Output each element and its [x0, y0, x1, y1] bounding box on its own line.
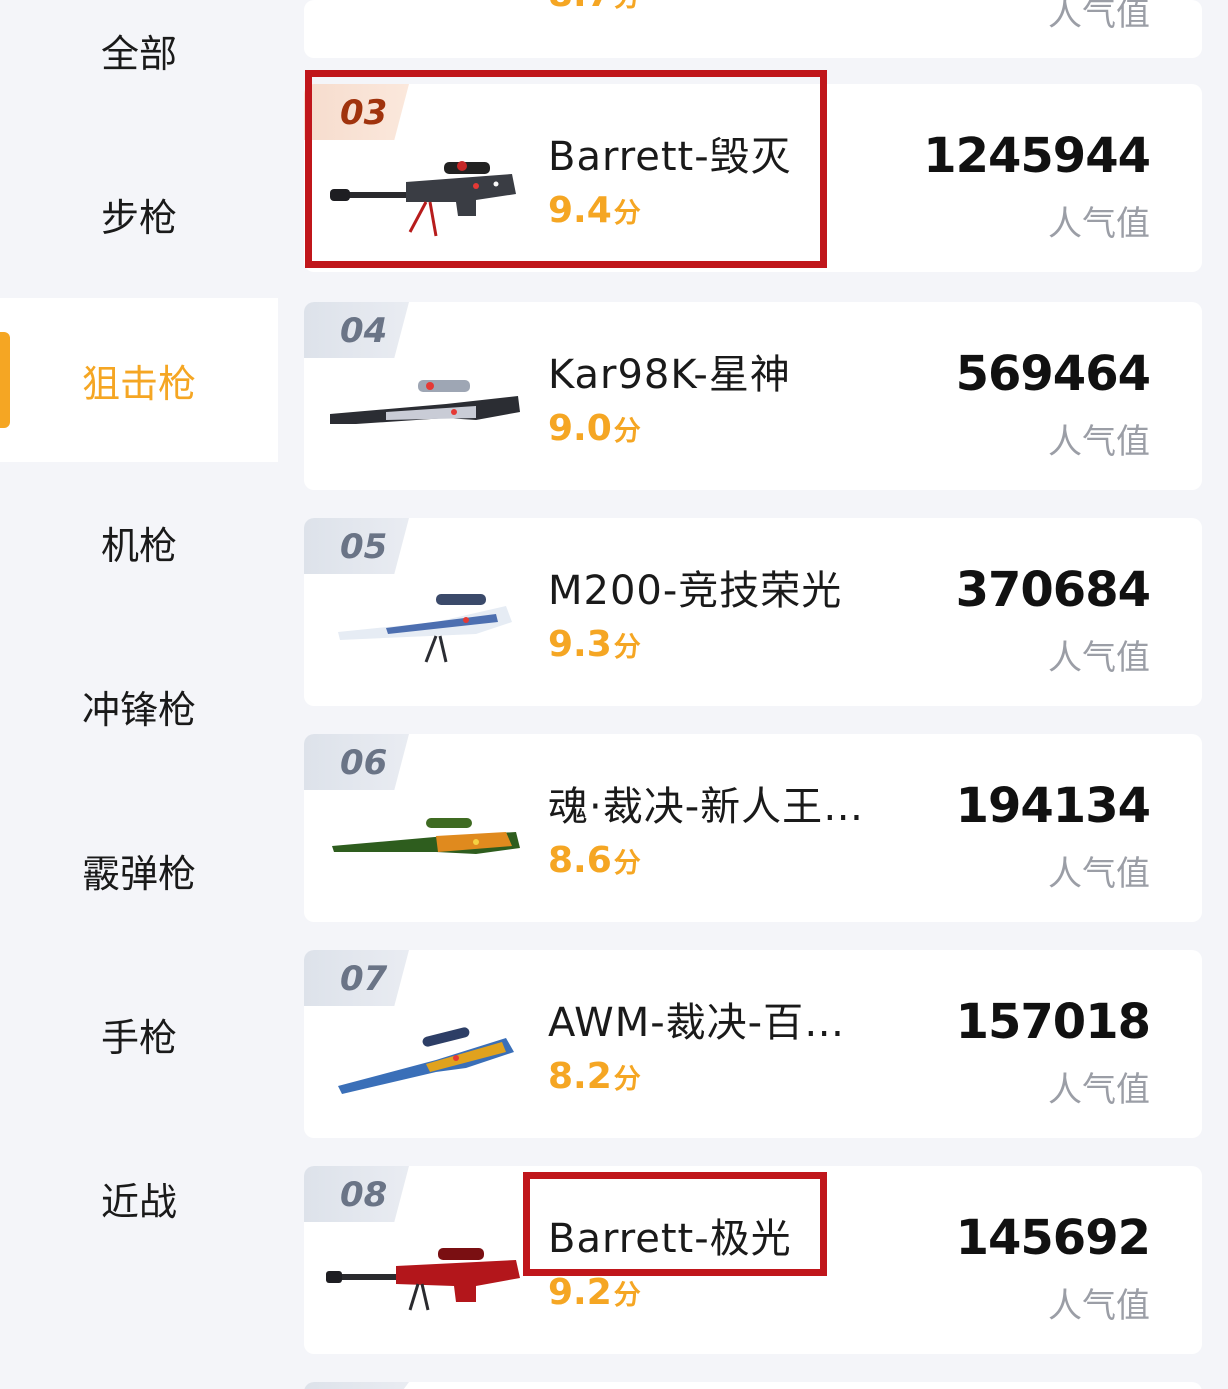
rank-badge: 04	[304, 302, 409, 358]
rank-badge: 05	[304, 518, 409, 574]
popularity-value: 1245944	[923, 128, 1151, 184]
weapon-score: 9.0分	[548, 408, 641, 449]
popularity-label: 人气值	[1048, 1070, 1150, 1110]
weapon-ranking-list: 8.7分 人气值 03 Barrett-毁灭 9.4分 1245944 人气值 …	[278, 0, 1228, 1389]
m200-sniper-rifle-icon	[338, 594, 512, 663]
popularity-label: 人气值	[1048, 204, 1150, 244]
list-item[interactable]: 05 M200-竞技荣光 9.3分 370684 人气值	[304, 518, 1202, 706]
weapon-score: 9.2分	[548, 1272, 641, 1313]
list-item[interactable]: 04 Kar98K-星神 9.0分 569464 人气值	[304, 302, 1202, 490]
weapon-name: M200-竞技荣光	[548, 568, 843, 614]
popularity-label: 人气值	[1048, 638, 1150, 678]
popularity-label: 人气值	[1048, 0, 1150, 34]
list-item-partial[interactable]: 8.7分 人气值	[304, 0, 1202, 58]
list-item[interactable]: 03 Barrett-毁灭 9.4分 1245944 人气值	[304, 84, 1202, 272]
barrett-red-rifle-icon	[326, 1248, 520, 1311]
weapon-name: Barrett-毁灭	[548, 134, 792, 180]
weapon-name: AWM-裁决-百…	[548, 1000, 846, 1046]
sidebar-item-all[interactable]: 全部	[0, 0, 278, 132]
weapon-score: 9.4分	[548, 190, 641, 231]
list-item[interactable]: 08 Barrett-极光 9.2分 145692 人气值	[304, 1166, 1202, 1354]
weapon-name: 魂·裁决-新人王…	[548, 784, 865, 830]
popularity-label: 人气值	[1048, 854, 1150, 894]
popularity-value: 370684	[955, 562, 1151, 618]
sidebar-item-melee[interactable]: 近战	[0, 1116, 278, 1280]
rank-badge: 06	[304, 734, 409, 790]
weapon-score: 8.2分	[548, 1056, 641, 1097]
popularity-label: 人气值	[1048, 1286, 1150, 1326]
list-item[interactable]: 07 AWM-裁决-百… 8.2分 157018 人气值	[304, 950, 1202, 1138]
weapon-score: 8.6分	[548, 840, 641, 881]
sidebar-item-sniper[interactable]: 狙击枪	[0, 298, 278, 462]
awm-green-rifle-icon	[332, 818, 520, 854]
sidebar-item-shotgun[interactable]: 霰弹枪	[0, 788, 278, 952]
barrett-sniper-rifle-icon	[330, 161, 516, 237]
kar98k-rifle-icon	[330, 380, 520, 424]
popularity-label: 人气值	[1048, 422, 1150, 462]
popularity-value: 194134	[955, 778, 1151, 834]
sidebar-item-machine-gun[interactable]: 机枪	[0, 460, 278, 624]
weapon-name: Kar98K-星神	[548, 352, 791, 398]
popularity-value: 145692	[955, 1210, 1151, 1266]
weapon-score: 9.3分	[548, 624, 641, 665]
rank-badge	[304, 1382, 409, 1389]
category-sidebar: 全部 步枪 狙击枪 机枪 冲锋枪 霰弹枪 手枪 近战	[0, 0, 278, 1389]
weapon-name: Barrett-极光	[548, 1216, 792, 1262]
awm-blue-rifle-icon	[338, 1027, 514, 1094]
list-item-partial[interactable]	[304, 1382, 1202, 1389]
sidebar-item-smg[interactable]: 冲锋枪	[0, 624, 278, 788]
rank-badge: 08	[304, 1166, 409, 1222]
rank-badge: 03	[304, 84, 409, 140]
sidebar-item-rifle[interactable]: 步枪	[0, 132, 278, 296]
sidebar-item-pistol[interactable]: 手枪	[0, 952, 278, 1116]
popularity-value: 569464	[955, 346, 1151, 402]
popularity-value: 157018	[955, 994, 1151, 1050]
rank-badge: 07	[304, 950, 409, 1006]
list-item[interactable]: 06 魂·裁决-新人王… 8.6分 194134 人气值	[304, 734, 1202, 922]
weapon-score: 8.7分	[548, 0, 641, 15]
